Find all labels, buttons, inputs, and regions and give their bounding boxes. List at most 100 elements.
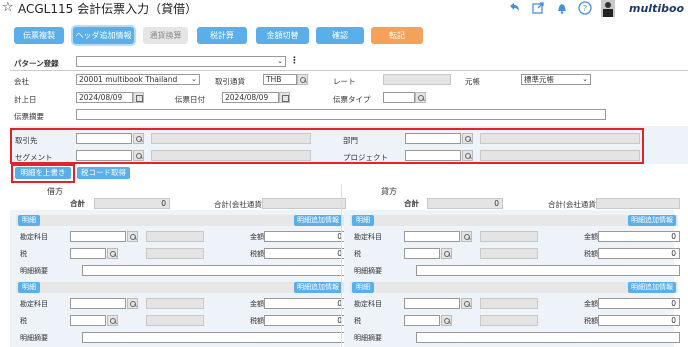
amount-input[interactable]: 0: [598, 298, 680, 309]
tax-label: 税: [20, 317, 27, 325]
memo-label: 明細摘要: [354, 267, 382, 275]
post-date-label: 計上日: [14, 95, 37, 104]
memo-input[interactable]: [416, 265, 680, 276]
search-icon[interactable]: [441, 248, 452, 259]
detail-extra-info-button[interactable]: 明細追加情報: [294, 282, 342, 293]
detail-tag: 明細: [352, 215, 374, 226]
account-label: 勘定科目: [354, 233, 382, 241]
search-icon[interactable]: [461, 231, 472, 242]
highlight-frame: [10, 128, 644, 164]
tax-name-field: [146, 248, 204, 259]
account-input[interactable]: [70, 231, 126, 242]
post-button[interactable]: 転記: [371, 27, 423, 44]
account-name-field: [146, 231, 204, 242]
get-tax-code-button[interactable]: 税コード取得: [77, 167, 130, 179]
memo-label: 明細摘要: [20, 334, 48, 342]
credit-total-value: 0: [427, 198, 503, 209]
confirm-button[interactable]: 確認: [316, 27, 364, 44]
search-icon[interactable]: [415, 92, 426, 103]
svg-text:?: ?: [583, 4, 587, 13]
debit-company-total-value: [262, 198, 346, 209]
credit-title: 貸方: [381, 187, 397, 196]
ledger-value: 標準元帳: [524, 75, 554, 84]
tax-input[interactable]: [70, 315, 106, 326]
kebab-menu-icon[interactable]: ⋮: [290, 56, 299, 66]
post-date-input[interactable]: 2024/08/09: [76, 92, 133, 103]
detail-extra-info-button[interactable]: 明細追加情報: [628, 215, 676, 226]
tax-amount-input[interactable]: 0: [598, 248, 680, 259]
summary-label: 伝票摘要: [14, 112, 44, 121]
currency-convert-button[interactable]: 通貨換算: [143, 27, 188, 44]
currency-input[interactable]: THB: [263, 74, 297, 85]
doc-type-input[interactable]: [383, 92, 415, 103]
credit-total-label: 合計: [404, 199, 419, 208]
detail-tag: 明細: [352, 282, 374, 293]
account-name-field: [480, 298, 538, 309]
company-value: 20001 multibook Thailand: [79, 75, 178, 84]
search-icon[interactable]: [107, 315, 118, 326]
search-icon[interactable]: [461, 298, 472, 309]
tax-input[interactable]: [70, 248, 106, 259]
search-icon[interactable]: [127, 298, 138, 309]
tax-amount-input[interactable]: 0: [264, 248, 346, 259]
detail-extra-info-button[interactable]: 明細追加情報: [294, 215, 342, 226]
tax-amount-label: 税額: [584, 317, 598, 325]
account-input[interactable]: [404, 231, 460, 242]
bell-icon[interactable]: [555, 1, 569, 15]
doc-date-label: 伝票日付: [175, 95, 205, 104]
column-divider: [341, 184, 342, 347]
account-name-field: [146, 298, 204, 309]
account-name-field: [480, 231, 538, 242]
multiboo-logo: multiboo: [629, 2, 685, 15]
memo-label: 明細摘要: [20, 267, 48, 275]
account-input[interactable]: [70, 298, 126, 309]
tax-amount-input[interactable]: 0: [598, 315, 680, 326]
search-icon[interactable]: [441, 315, 452, 326]
tax-name-field: [146, 315, 204, 326]
tax-calc-button[interactable]: 税計算: [197, 27, 247, 44]
tax-amount-input[interactable]: 0: [264, 315, 346, 326]
divider: [10, 70, 688, 71]
duplicate-voucher-button[interactable]: 伝票複製: [14, 27, 64, 44]
search-icon[interactable]: [107, 248, 118, 259]
avatar[interactable]: [601, 0, 615, 17]
pattern-label: パターン登録: [14, 59, 59, 68]
tax-label: 税: [354, 250, 361, 258]
ledger-select[interactable]: 標準元帳 ⌄: [521, 74, 591, 85]
memo-label: 明細摘要: [354, 334, 382, 342]
memo-input[interactable]: [416, 332, 680, 343]
company-label: 会社: [14, 77, 29, 86]
rate-input: [383, 74, 451, 85]
amount-input[interactable]: 0: [264, 298, 346, 309]
calendar-icon[interactable]: [133, 92, 144, 103]
doc-date-input[interactable]: 2024/08/09: [222, 92, 279, 103]
title-bar: ☆ ACGL115 会計伝票入力（貸借） ? multiboo: [0, 0, 688, 18]
search-icon[interactable]: [297, 74, 308, 85]
undo-icon[interactable]: [507, 1, 521, 15]
detail-extra-info-button[interactable]: 明細追加情報: [628, 282, 676, 293]
amount-input[interactable]: 0: [264, 231, 346, 242]
memo-input[interactable]: [82, 332, 346, 343]
help-icon[interactable]: ?: [578, 1, 592, 15]
amount-label: 金額: [584, 233, 598, 241]
favorite-star-icon[interactable]: ☆: [2, 0, 14, 15]
tax-label: 税: [20, 250, 27, 258]
tax-input[interactable]: [404, 315, 440, 326]
account-input[interactable]: [404, 298, 460, 309]
calendar-icon[interactable]: [279, 92, 290, 103]
export-icon[interactable]: [531, 1, 545, 15]
amount-input[interactable]: 0: [598, 231, 680, 242]
debit-total-label: 合計: [70, 199, 85, 208]
detail-tag: 明細: [18, 215, 40, 226]
amount-switch-button[interactable]: 金額切替: [256, 27, 309, 44]
rate-label: レート: [333, 77, 356, 86]
company-select[interactable]: 20001 multibook Thailand ⌄: [76, 74, 200, 85]
amount-label: 金額: [584, 300, 598, 308]
memo-input[interactable]: [82, 265, 346, 276]
currency-label: 取引通貨: [215, 77, 245, 86]
pattern-select[interactable]: ⌄: [76, 56, 286, 67]
header-extra-info-button[interactable]: ヘッダ追加情報: [73, 27, 134, 44]
tax-input[interactable]: [404, 248, 440, 259]
summary-input[interactable]: [76, 109, 606, 120]
search-icon[interactable]: [127, 231, 138, 242]
